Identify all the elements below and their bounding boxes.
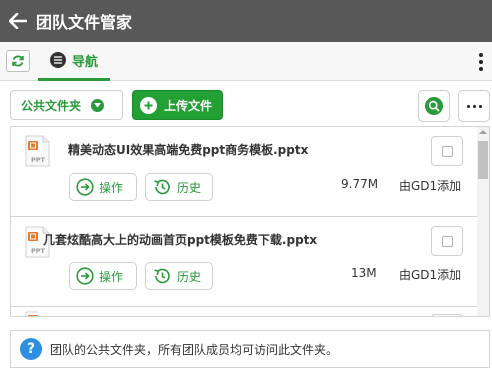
tab-navigation[interactable]: 导航: [38, 42, 110, 81]
history-button[interactable]: 历史: [145, 173, 213, 201]
folder-label: 公共文件夹: [21, 98, 82, 113]
svg-text:PPT: PPT: [31, 156, 46, 164]
refresh-button[interactable]: [6, 50, 30, 72]
scroll-up-icon[interactable]: [477, 129, 489, 139]
scrollbar[interactable]: [477, 127, 489, 316]
history-label: 历史: [177, 269, 202, 284]
arrow-circle-icon: [76, 178, 94, 196]
app-title: 团队文件管家: [36, 13, 133, 32]
refresh-icon: [12, 55, 24, 67]
file-owner: 由GD1添加: [399, 179, 462, 193]
upload-file-button[interactable]: 上传文件: [132, 90, 223, 120]
chevron-down-icon: [91, 98, 105, 112]
search-button[interactable]: [418, 90, 450, 122]
more-icon: [466, 104, 470, 108]
more-options-button[interactable]: [458, 90, 490, 122]
folder-selector[interactable]: 公共文件夹: [10, 90, 123, 120]
history-label: 历史: [177, 180, 202, 195]
operate-button[interactable]: 操作: [69, 262, 137, 290]
file-row: PPT 精美动态UI效果高端免费ppt商务模板.pptx 操作 历史 9.77M…: [11, 127, 487, 217]
tab-label: 导航: [72, 54, 99, 70]
operate-button[interactable]: 操作: [69, 173, 137, 201]
plus-icon: [140, 96, 157, 114]
upload-label: 上传文件: [164, 98, 213, 113]
list-item-partial: [11, 307, 487, 316]
help-icon: ?: [20, 338, 42, 360]
info-bar: ? 团队的公共文件夹，所有团队成员均可访问此文件夹。: [10, 330, 490, 368]
select-checkbox[interactable]: [431, 226, 463, 256]
file-row: PPT 几套炫酷高大上的动画首页ppt模板免费下载.pptx 操作 历史 13M…: [11, 217, 487, 307]
search-icon: [425, 97, 443, 115]
operate-label: 操作: [99, 269, 124, 284]
info-text: 团队的公共文件夹，所有团队成员均可访问此文件夹。: [50, 342, 339, 357]
ppt-file-icon: PPT: [25, 135, 50, 167]
file-owner: 由GD1添加: [399, 268, 462, 282]
file-name[interactable]: 几套炫酷高大上的动画首页ppt模板免费下载.pptx: [43, 231, 317, 248]
select-checkbox[interactable]: [431, 136, 463, 166]
arrow-circle-icon: [76, 267, 94, 285]
tab-bar: 导航: [0, 42, 492, 81]
file-size: 13M: [351, 266, 377, 280]
file-name[interactable]: 精美动态UI效果高端免费ppt商务模板.pptx: [68, 141, 308, 158]
back-arrow-icon[interactable]: [0, 0, 36, 42]
svg-text:PPT: PPT: [31, 247, 46, 255]
scroll-thumb[interactable]: [478, 141, 488, 179]
operate-label: 操作: [99, 180, 124, 195]
menu-icon: [50, 52, 66, 68]
history-button[interactable]: 历史: [145, 262, 213, 290]
history-icon: [154, 179, 170, 195]
history-icon: [154, 268, 170, 284]
file-size: 9.77M: [341, 177, 379, 191]
overflow-menu-icon[interactable]: [474, 52, 488, 72]
title-bar: 团队文件管家: [0, 0, 492, 42]
file-list[interactable]: PPT 精美动态UI效果高端免费ppt商务模板.pptx 操作 历史 9.77M…: [10, 126, 490, 317]
